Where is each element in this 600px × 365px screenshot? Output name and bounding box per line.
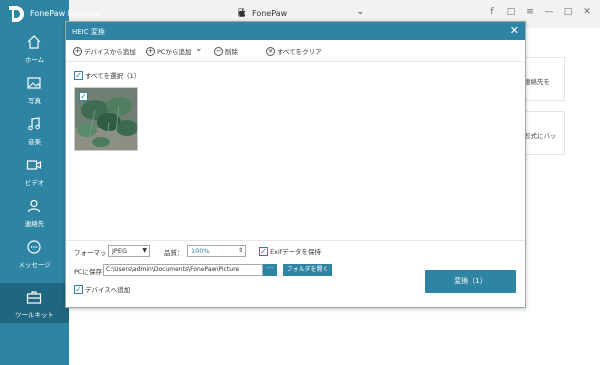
sidebar-item-contacts[interactable]: 連絡先 <box>0 192 69 232</box>
save-path-field[interactable]: C:\Users\admin\Documents\FonePaw\Picture <box>103 264 263 276</box>
keep-exif-checkbox[interactable]: ✓ Exifデータを保持 <box>259 246 321 256</box>
device-selector[interactable]:  FonePaw ⌄ <box>238 7 364 21</box>
maximize-icon[interactable]: □ <box>562 7 574 17</box>
delete-button[interactable]: − 削除 <box>214 46 238 58</box>
sidebar-item-label: 音楽 <box>28 138 41 146</box>
apple-logo-icon <box>238 8 246 17</box>
dialog-close-icon[interactable]: ✕ <box>510 24 519 37</box>
browse-button[interactable]: ··· <box>263 264 277 276</box>
quality-stepper[interactable]: 100% ⇕ <box>187 245 246 257</box>
sidebar-item-label: ビデオ <box>24 179 45 187</box>
sidebar-item-toolkit[interactable]: ツールキット <box>0 283 69 323</box>
dropdown-arrow-icon: ▼ <box>142 247 147 254</box>
toolkit-icon <box>26 291 42 304</box>
sidebar-item-messages[interactable]: メッセージ <box>0 233 69 273</box>
add-from-device-button[interactable]: + デバイスから追加 <box>73 46 136 58</box>
heic-convert-dialog: HEIC 変換 ✕ + デバイスから追加 + PCから追加 ⌄ − 削除 × すべてをク… <box>65 21 526 308</box>
sidebar-item-music[interactable]: 音楽 <box>0 110 69 150</box>
app-title: FonePaw DoTrans <box>30 9 100 18</box>
chevron-down-icon[interactable]: ⌄ <box>195 44 203 54</box>
plus-icon: + <box>146 46 155 56</box>
clear-all-button[interactable]: × すべてをクリア <box>266 46 322 58</box>
close-icon[interactable]: ✕ <box>581 7 593 17</box>
photo-thumbnail[interactable]: ✓ <box>74 87 138 151</box>
music-icon <box>28 117 40 131</box>
convert-button[interactable]: 変換（1） <box>425 270 516 293</box>
sidebar: ホーム 写真 音楽 ビデオ 連絡先 メッセージ ツールキット <box>0 28 69 365</box>
device-name: FonePaw <box>252 9 288 18</box>
spinner-icon: ⇕ <box>237 247 243 254</box>
sidebar-item-home[interactable]: ホーム <box>0 28 69 68</box>
logo-area: FonePaw DoTrans <box>0 0 100 28</box>
sidebar-item-label: ホーム <box>24 56 45 64</box>
checkbox-checked-icon[interactable]: ✓ <box>79 92 88 101</box>
add-to-device-checkbox[interactable]: ✓ デバイスへ追加 <box>74 284 130 294</box>
sidebar-item-label: 連絡先 <box>24 220 45 228</box>
sidebar-item-label: メッセージ <box>18 261 51 269</box>
toolkit-card-label: 形式にバッ <box>524 132 557 140</box>
sidebar-item-photos[interactable]: 写真 <box>0 69 69 109</box>
video-icon <box>26 160 42 170</box>
add-from-pc-button[interactable]: + PCから追加 <box>146 46 191 58</box>
quality-label: 品質： <box>164 249 184 257</box>
chat-icon[interactable]: □ <box>505 7 517 17</box>
facebook-icon[interactable]: f <box>486 7 498 17</box>
sidebar-item-label: 写真 <box>28 97 41 105</box>
select-all-checkbox[interactable]: ✓ すべてを選択（1） <box>74 70 140 80</box>
sidebar-item-video[interactable]: ビデオ <box>0 151 69 191</box>
checkbox-checked-icon[interactable]: ✓ <box>74 70 83 80</box>
minus-icon: − <box>214 46 223 56</box>
checkbox-checked-icon[interactable]: ✓ <box>259 246 268 256</box>
open-folder-button[interactable]: フォルダを開く <box>283 264 332 276</box>
format-select[interactable]: JPEG ▼ <box>108 245 150 257</box>
divider <box>66 240 525 241</box>
contacts-icon <box>27 199 41 213</box>
home-icon <box>27 35 41 49</box>
photo-icon <box>27 77 41 89</box>
chevron-down-icon: ⌄ <box>356 7 364 17</box>
clear-icon: × <box>266 46 275 56</box>
sidebar-item-label: ツールキット <box>15 311 54 319</box>
menu-icon[interactable]: ≡ <box>524 7 536 17</box>
app-logo-icon <box>9 6 24 22</box>
toolkit-card-label: 連絡先を <box>524 78 550 86</box>
dialog-title-bar: HEIC 変換 ✕ <box>66 22 525 40</box>
plus-icon: + <box>73 46 82 56</box>
dialog-title: HEIC 変換 <box>72 28 105 36</box>
checkbox-checked-icon[interactable]: ✓ <box>74 284 83 294</box>
dialog-toolbar: + デバイスから追加 + PCから追加 ⌄ − 削除 × すべてをクリア <box>66 40 525 62</box>
message-icon <box>27 240 41 254</box>
minimize-icon[interactable]: — <box>543 7 555 17</box>
